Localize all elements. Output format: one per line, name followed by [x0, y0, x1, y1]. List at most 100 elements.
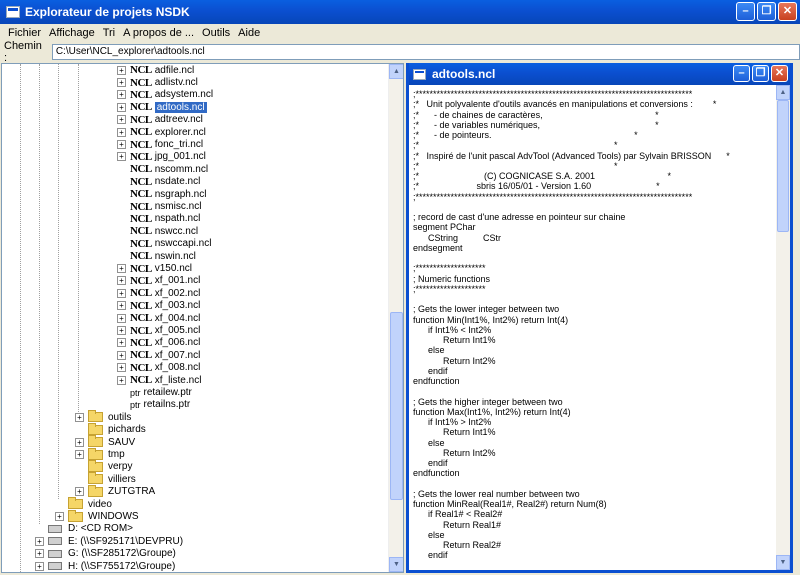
- expand-toggle-icon[interactable]: +: [117, 363, 126, 373]
- expand-toggle-icon[interactable]: +: [117, 140, 126, 150]
- expand-toggle-icon[interactable]: +: [35, 561, 44, 571]
- tree-row[interactable]: + SAUV: [75, 435, 135, 448]
- ncl-file-icon: NCL: [130, 299, 152, 312]
- tree-row[interactable]: + NCL xf_008.ncl: [117, 362, 200, 374]
- tree-guide-line: [58, 64, 59, 499]
- menu-outils[interactable]: Outils: [198, 27, 234, 39]
- tree-scrollbar[interactable]: ▲ ▼: [388, 64, 403, 572]
- expand-toggle-icon[interactable]: +: [117, 301, 126, 311]
- maximize-button[interactable]: ❐: [757, 2, 776, 21]
- tree-row[interactable]: + H: (\\SF755172\Groupe): [35, 560, 175, 572]
- expand-toggle-icon[interactable]: +: [75, 437, 84, 447]
- expand-toggle-icon[interactable]: +: [75, 450, 84, 460]
- expand-toggle-icon[interactable]: +: [75, 487, 84, 497]
- menu-a-propos[interactable]: A propos de ...: [119, 27, 198, 39]
- tree-row[interactable]: pichards: [75, 422, 146, 436]
- code-line: Return Int1%: [413, 335, 496, 345]
- expand-toggle-icon[interactable]: +: [117, 276, 126, 286]
- expand-toggle-icon[interactable]: +: [117, 115, 126, 125]
- tree-item-label: adtools.ncl: [154, 101, 207, 113]
- tree-row[interactable]: villiers: [75, 472, 136, 485]
- menu-tri[interactable]: Tri: [99, 27, 119, 39]
- tree-scroll-thumb[interactable]: [390, 312, 403, 500]
- expand-toggle-icon[interactable]: +: [117, 326, 126, 336]
- tree-row[interactable]: + ZUTGTRA: [75, 484, 155, 498]
- tree-row[interactable]: NCL nsmisc.ncl: [117, 200, 201, 213]
- tree-row[interactable]: + NCL adtreev.ncl: [117, 114, 203, 126]
- tree-row[interactable]: NCL nswcc.ncl: [117, 225, 198, 237]
- expand-toggle-icon[interactable]: +: [35, 536, 44, 546]
- tree-row[interactable]: + NCL xf_003.ncl: [117, 300, 200, 312]
- code-line: ;* *: [413, 140, 618, 151]
- expand-toggle-icon[interactable]: +: [117, 102, 126, 112]
- expand-toggle-icon[interactable]: +: [117, 78, 126, 88]
- menu-fichier[interactable]: Fichier: [4, 27, 45, 39]
- editor-scroll-down-button[interactable]: ▼: [776, 555, 790, 570]
- tree-scroll-down-button[interactable]: ▼: [389, 557, 403, 572]
- tree-row[interactable]: verpy: [75, 459, 132, 473]
- tree-row[interactable]: D: <CD ROM>: [35, 523, 133, 535]
- expand-toggle-icon[interactable]: +: [35, 549, 44, 559]
- tree-row[interactable]: + WINDOWS: [55, 509, 139, 522]
- expand-toggle-icon[interactable]: +: [117, 90, 126, 100]
- expand-toggle-icon[interactable]: +: [117, 152, 126, 162]
- tree-row[interactable]: + NCL v150.ncl: [117, 262, 192, 275]
- editor-title-bar: adtools.ncl – ❐ ✕: [409, 63, 790, 85]
- tree-row[interactable]: video: [55, 497, 112, 510]
- path-input[interactable]: C:\User\NCL_explorer\adtools.ncl: [51, 44, 800, 60]
- editor-maximize-button[interactable]: ❐: [752, 65, 769, 82]
- tree-row[interactable]: + E: (\\SF925171\DEVPRU): [35, 535, 183, 547]
- minimize-button[interactable]: –: [736, 2, 755, 21]
- tree-row[interactable]: NCL nscomm.ncl: [117, 163, 208, 175]
- tree-row[interactable]: NCL nsgraph.ncl: [117, 188, 206, 200]
- tree-row[interactable]: NCL nswin.ncl: [117, 250, 196, 262]
- tree-row[interactable]: ptr retailew.ptr: [117, 386, 192, 398]
- tree-item-label: xf_006.ncl: [154, 337, 201, 349]
- tree-row[interactable]: + tmp: [75, 447, 125, 460]
- tree-row[interactable]: + NCL xf_liste.ncl: [117, 374, 201, 386]
- expand-toggle-icon[interactable]: +: [117, 375, 126, 385]
- editor-text-area[interactable]: ;***************************************…: [409, 85, 790, 570]
- tree-row[interactable]: + NCL xf_005.ncl: [117, 324, 200, 337]
- ncl-file-icon: NCL: [130, 274, 152, 287]
- project-tree[interactable]: ▲ ▼ + NCL adfile.ncl + NCL adlistv.ncl + NCL ads…: [1, 63, 404, 573]
- tree-row[interactable]: + NCL adtools.ncl: [117, 101, 207, 113]
- editor-minimize-button[interactable]: –: [733, 65, 750, 82]
- expand-toggle-icon[interactable]: +: [55, 512, 64, 522]
- expand-toggle-icon[interactable]: +: [117, 338, 126, 348]
- expand-toggle-icon[interactable]: +: [117, 288, 126, 298]
- tree-row[interactable]: + NCL fonc_tri.ncl: [117, 138, 203, 151]
- tree-row[interactable]: + G: (\\SF285172\Groupe): [35, 548, 176, 560]
- tree-row[interactable]: + NCL adlistv.ncl: [117, 76, 198, 89]
- editor-scroll-up-button[interactable]: ▲: [776, 85, 790, 100]
- tree-row[interactable]: + NCL xf_006.ncl: [117, 337, 200, 349]
- close-button[interactable]: ✕: [778, 2, 797, 21]
- expand-toggle-icon[interactable]: +: [75, 412, 84, 422]
- tree-row[interactable]: ptr retailns.ptr: [117, 399, 190, 411]
- tree-row[interactable]: + NCL xf_004.ncl: [117, 312, 200, 324]
- tree-row[interactable]: + NCL adsystem.ncl: [117, 89, 213, 101]
- tree-row[interactable]: + NCL xf_001.ncl: [117, 275, 200, 287]
- tree-row[interactable]: NCL nspath.ncl: [117, 213, 200, 225]
- expand-toggle-icon[interactable]: +: [117, 264, 126, 274]
- menu-affichage[interactable]: Affichage: [45, 27, 99, 39]
- editor-scroll-thumb[interactable]: [777, 100, 789, 232]
- tree-row[interactable]: + NCL adfile.ncl: [117, 64, 194, 76]
- tree-row[interactable]: + outils: [75, 410, 131, 423]
- editor-scrollbar[interactable]: ▲ ▼: [776, 85, 790, 570]
- tree-scroll-up-button[interactable]: ▲: [389, 64, 403, 79]
- menu-aide[interactable]: Aide: [234, 27, 264, 39]
- expand-toggle-icon[interactable]: +: [117, 350, 126, 360]
- tree-row[interactable]: + NCL xf_002.ncl: [117, 287, 200, 299]
- expand-toggle-icon[interactable]: +: [117, 313, 126, 323]
- app-window-icon: [6, 6, 20, 18]
- expand-toggle-icon[interactable]: +: [117, 127, 126, 137]
- editor-close-button[interactable]: ✕: [771, 65, 788, 82]
- tree-row[interactable]: + NCL jpg_001.ncl: [117, 151, 206, 163]
- tree-row[interactable]: NCL nsdate.ncl: [117, 176, 200, 188]
- expand-toggle-icon[interactable]: +: [117, 65, 126, 75]
- tree-row[interactable]: + NCL xf_007.ncl: [117, 349, 200, 361]
- tree-row[interactable]: NCL nswccapi.ncl: [117, 238, 211, 250]
- tree-row[interactable]: + NCL explorer.ncl: [117, 126, 206, 138]
